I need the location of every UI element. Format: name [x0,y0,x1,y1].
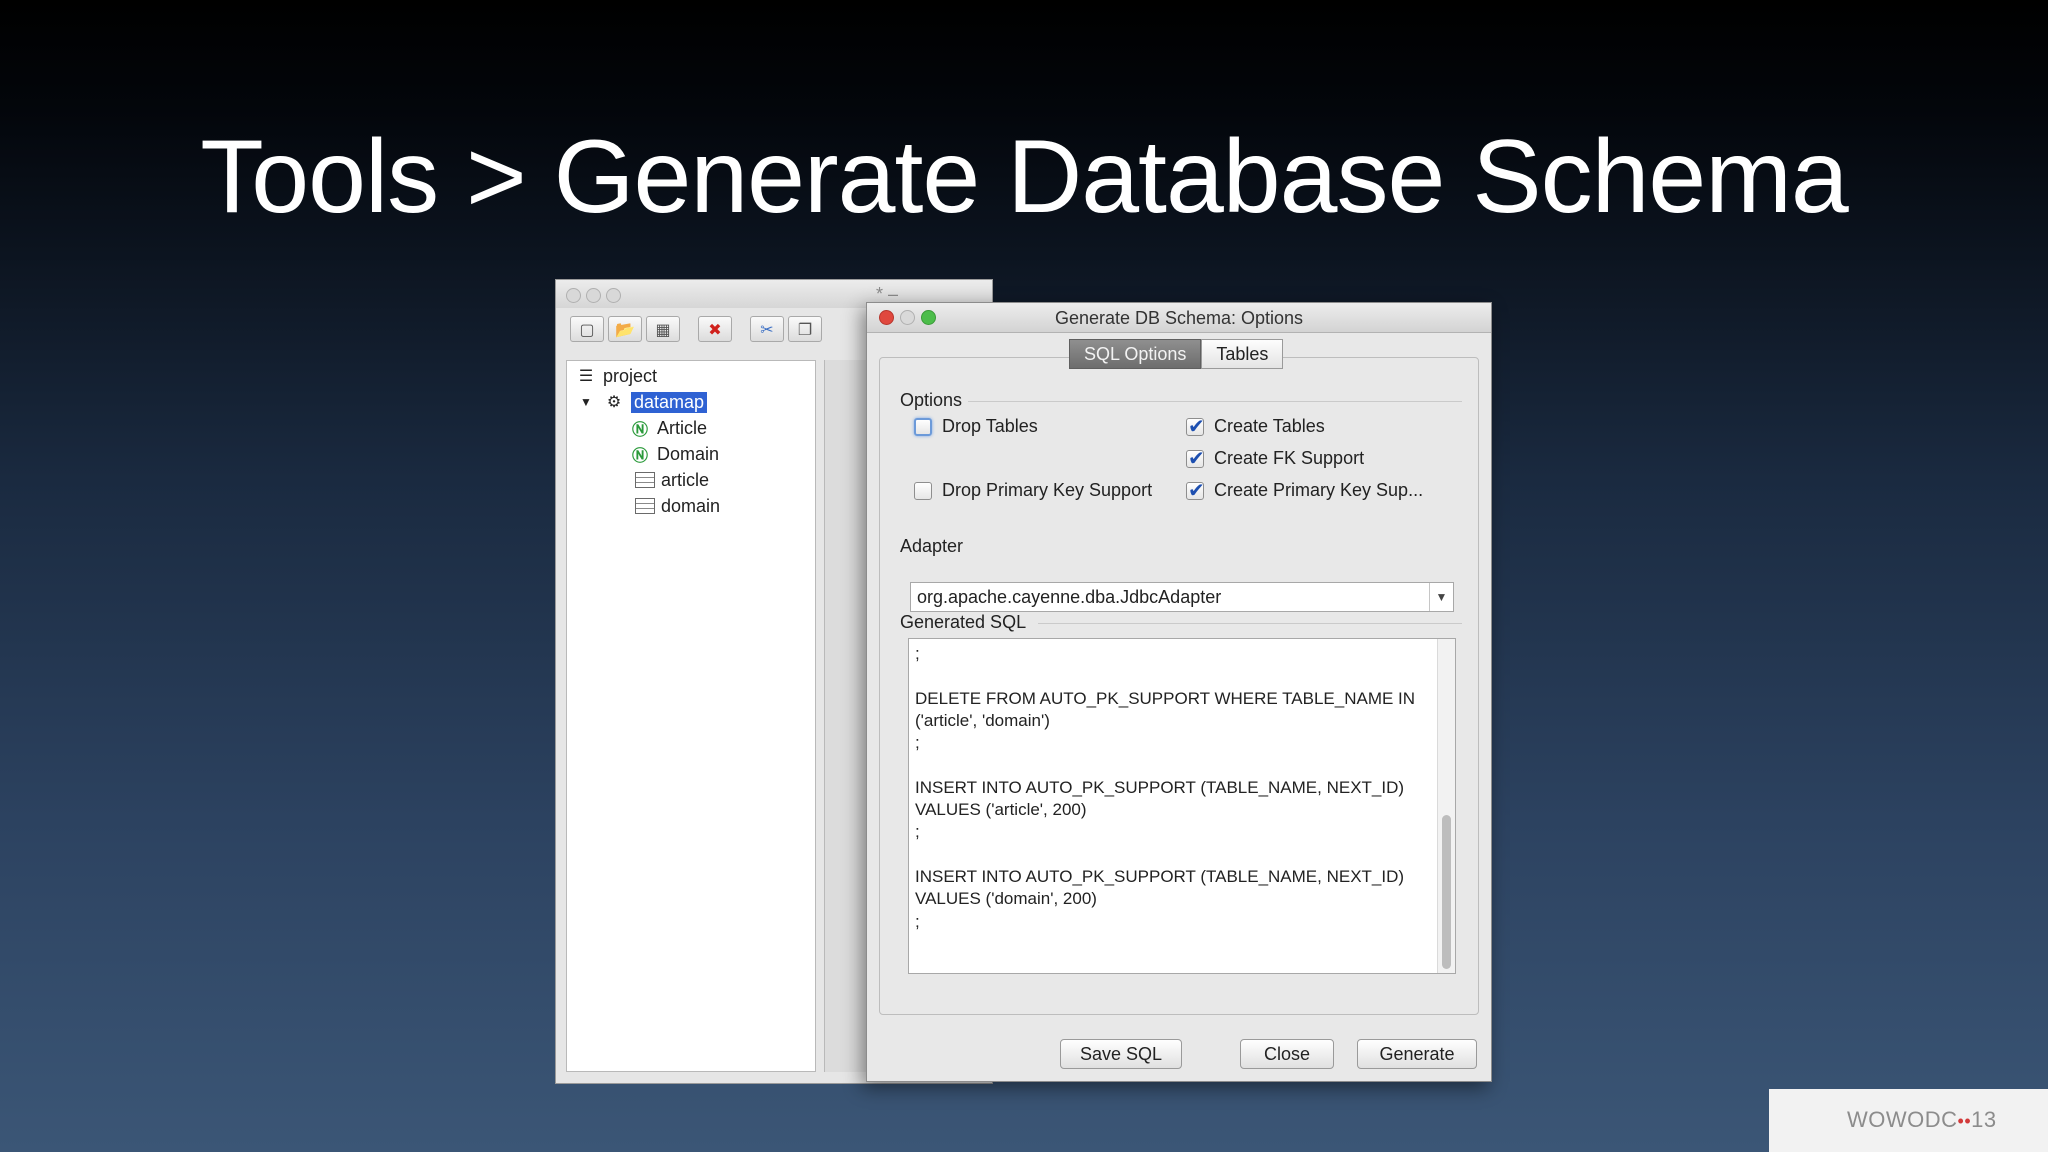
drop-pk-support-option[interactable]: Drop Primary Key Support [914,480,1152,501]
generated-sql-textarea[interactable]: ; DELETE FROM AUTO_PK_SUPPORT WHERE TABL… [908,638,1456,974]
create-tables-checkbox[interactable] [1186,414,1205,439]
dialog-tabs: SQL Options Tables [1069,339,1284,369]
sql-scrollbar[interactable] [1437,639,1455,973]
window-zoom-icon[interactable] [606,288,621,303]
tree-item-project[interactable]: ☰ project [575,363,657,389]
tree-item-datamap[interactable]: ▼ ⚙ datamap [575,389,708,415]
create-pk-support-option[interactable]: Create Primary Key Sup... [1186,478,1423,503]
remove-icon[interactable]: ✖ [698,316,732,342]
options-panel: Options Drop Tables Create Tables Create… [879,357,1479,1015]
adapter-section-label: Adapter [900,536,964,556]
project-tree: ☰ project ▼ ⚙ datamap Ⓝ Article Ⓝ Domain… [566,360,816,1072]
generated-sql-divider [1038,623,1462,624]
dialog-titlebar: Generate DB Schema: Options [867,303,1491,333]
options-section-label: Options [900,390,963,410]
adapter-select[interactable]: org.apache.cayenne.dba.JdbcAdapter ▼ [910,582,1454,612]
cut-icon[interactable]: ✂ [750,316,784,342]
options-divider [968,401,1462,402]
open-project-icon[interactable]: 📂 [608,316,642,342]
generated-sql-text: ; DELETE FROM AUTO_PK_SUPPORT WHERE TABL… [915,644,1416,931]
create-tables-option[interactable]: Create Tables [1186,414,1325,439]
create-pk-support-checkbox[interactable] [1186,478,1205,503]
drop-tables-checkbox[interactable] [914,417,932,436]
entity-icon: Ⓝ [631,422,648,439]
generated-sql-label: Generated SQL [900,612,1027,632]
window-close-icon[interactable] [566,288,581,303]
tree-item-entity-article[interactable]: Ⓝ Article [629,415,707,441]
tree-item-table-article[interactable]: article [635,467,709,493]
save-sql-button[interactable]: Save SQL [1060,1039,1182,1069]
expand-triangle-icon[interactable]: ▼ [575,395,597,409]
generate-button[interactable]: Generate [1357,1039,1477,1069]
logo-text: WOWODC••13 [1847,1107,1997,1132]
entity-icon: Ⓝ [631,448,648,465]
tab-tables[interactable]: Tables [1201,339,1284,369]
dialog-title: Generate DB Schema: Options [1054,308,1304,328]
create-fk-support-option[interactable]: Create FK Support [1186,446,1364,471]
create-fk-support-checkbox[interactable] [1186,446,1205,471]
tree-item-table-domain[interactable]: domain [635,493,720,519]
drop-tables-option[interactable]: Drop Tables [914,416,1038,437]
sql-scrollbar-thumb[interactable] [1442,815,1451,969]
chevron-down-icon[interactable]: ▼ [1429,583,1453,611]
project-icon: ☰ [578,368,594,385]
tab-sql-options[interactable]: SQL Options [1069,339,1202,369]
close-button[interactable]: Close [1240,1039,1334,1069]
tree-item-entity-domain[interactable]: Ⓝ Domain [629,441,719,467]
save-icon[interactable]: ▦ [646,316,680,342]
conference-logo: WOWODC••13 [1769,1089,2048,1152]
drop-pk-support-checkbox[interactable] [914,481,932,500]
copy-icon[interactable]: ❐ [788,316,822,342]
adapter-value: org.apache.cayenne.dba.JdbcAdapter [917,587,1222,607]
window-minimize-icon[interactable] [586,288,601,303]
table-icon [635,498,655,514]
generate-schema-dialog: Generate DB Schema: Options Options Drop… [866,302,1492,1082]
table-icon [635,472,655,488]
slide-title: Tools > Generate Database Schema [200,119,1848,235]
new-project-icon[interactable]: ▢ [570,316,604,342]
datamap-icon: ⚙ [606,394,622,411]
